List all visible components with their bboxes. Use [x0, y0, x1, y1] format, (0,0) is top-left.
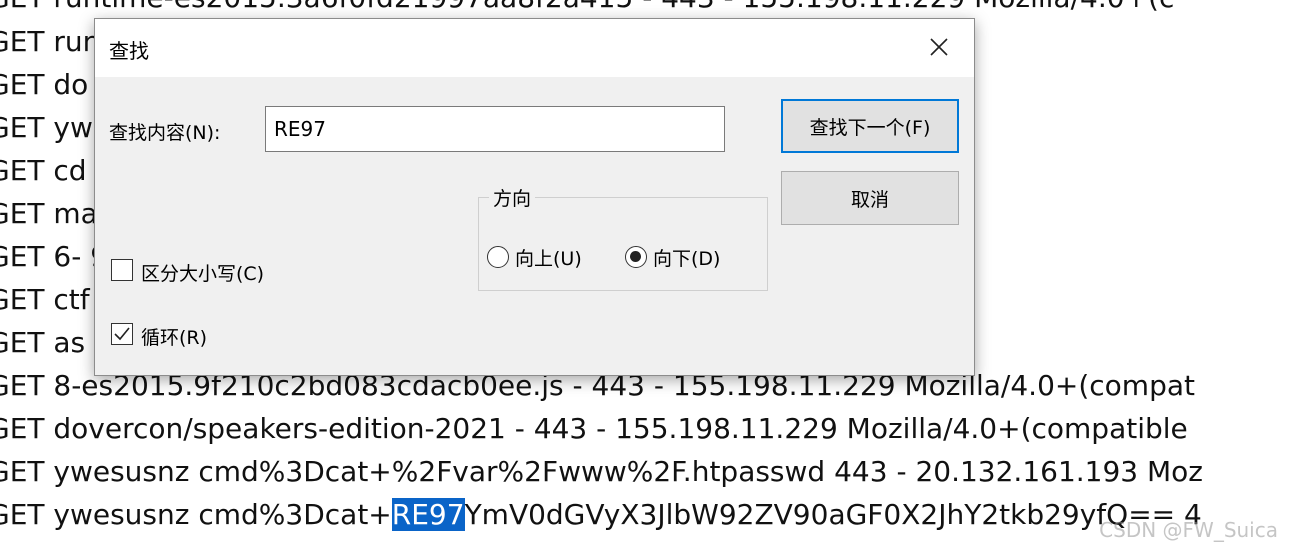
search-match-highlight: RE97: [391, 498, 465, 531]
dialog-titlebar[interactable]: 查找: [95, 19, 974, 77]
direction-down-label[interactable]: 向下(D): [653, 244, 720, 271]
direction-legend: 方向: [489, 184, 536, 211]
match-case-label[interactable]: 区分大小写(C): [141, 259, 264, 286]
checkmark-icon: [114, 327, 130, 341]
find-what-label: 查找内容(N):: [109, 122, 221, 144]
watermark: CSDN @FW_Suica: [1099, 518, 1278, 542]
direction-down-radio[interactable]: [625, 246, 647, 268]
wrap-around-label[interactable]: 循环(R): [141, 323, 207, 350]
direction-up-radio[interactable]: [487, 246, 509, 268]
direction-group: 方向 向上(U) 向下(D): [478, 184, 768, 291]
cancel-label: 取消: [850, 188, 889, 211]
close-icon: [930, 38, 948, 56]
log-line: GET dovercon/speakers-edition-2021 - 443…: [0, 412, 1188, 445]
log-text-before-match: GET ywesusnz cmd%3Dcat+: [0, 498, 392, 531]
log-text-after-match: YmV0dGVyX3JlbW92ZV90aGF0X2JhY2tkb29yfQ==…: [464, 498, 1202, 531]
direction-up-label[interactable]: 向上(U): [515, 244, 582, 271]
find-next-button[interactable]: 查找下一个(F): [781, 99, 959, 153]
wrap-around-checkbox[interactable]: [111, 323, 133, 345]
log-line: GET runtime-es2015.3a6f0fd21997aa8f2a415…: [0, 0, 1174, 18]
log-line-match: GET ywesusnz cmd%3Dcat+RE97YmV0dGVyX3Jlb…: [0, 495, 1202, 535]
match-case-checkbox[interactable]: [111, 259, 133, 281]
cancel-button[interactable]: 取消: [781, 171, 959, 225]
find-dialog: 查找 查找内容(N): 查找下一个(F) 取消 方向 向上(U) 向下(D) 区…: [94, 18, 975, 376]
find-next-label: 查找下一个(F): [809, 116, 931, 139]
close-button[interactable]: [912, 25, 966, 69]
find-what-input[interactable]: [265, 106, 725, 152]
log-line: GET ywesusnz cmd%3Dcat+%2Fvar%2Fwww%2F.h…: [0, 455, 1203, 488]
dialog-title: 查找: [109, 39, 149, 63]
